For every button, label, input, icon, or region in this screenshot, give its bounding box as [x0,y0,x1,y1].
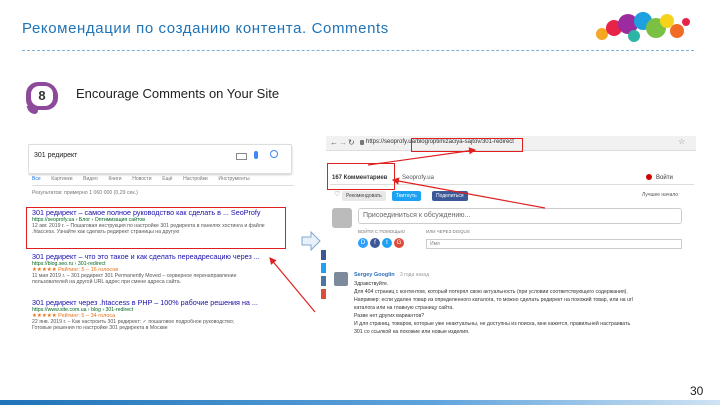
arrow-to-comments [391,177,546,209]
footer-bar [0,400,720,405]
arrow-to-url [367,147,477,166]
page-number: 30 [690,384,704,398]
annotation-arrows [269,147,546,313]
arrow-from-result [269,257,316,313]
